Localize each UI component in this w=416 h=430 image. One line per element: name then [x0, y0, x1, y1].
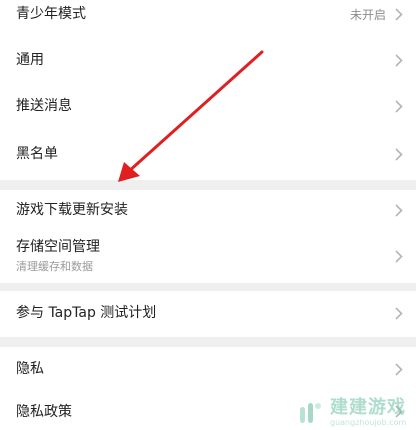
settings-item-privacy[interactable]: 隐私: [0, 347, 416, 391]
settings-page: 青少年模式 未开启 通用 推送消息 黑名单 游戏下载更新安装 存储空间管理 清理…: [0, 0, 416, 430]
general-label: 通用: [16, 52, 44, 68]
chevron-right-icon: [394, 306, 404, 320]
push-label: 推送消息: [16, 98, 72, 114]
chevron-right-icon: [394, 99, 404, 113]
settings-item-blacklist[interactable]: 黑名单: [0, 132, 416, 176]
chevron-right-icon: [394, 7, 404, 21]
section-divider: [0, 283, 416, 291]
chevron-right-icon: [394, 147, 404, 161]
settings-item-general[interactable]: 通用: [0, 38, 416, 82]
privacy-label: 隐私: [16, 361, 44, 377]
watermark-logo-icon: [300, 403, 321, 423]
chevron-right-icon: [394, 203, 404, 217]
watermark: 建建游戏 guangzhoujob.com: [296, 396, 414, 430]
section-divider: [0, 337, 416, 347]
settings-item-test-plan[interactable]: 参与 TapTap 测试计划: [0, 291, 416, 335]
storage-sublabel: 清理缓存和数据: [16, 260, 93, 273]
chevron-right-icon: [394, 362, 404, 376]
watermark-title: 建建游戏: [330, 397, 406, 418]
youth-mode-label: 青少年模式: [16, 6, 86, 22]
youth-mode-status: 未开启: [349, 7, 386, 22]
chevron-right-icon: [394, 53, 404, 67]
chevron-right-icon: [394, 249, 404, 263]
game-update-label: 游戏下载更新安装: [16, 202, 128, 218]
storage-label: 存储空间管理: [16, 239, 100, 255]
blacklist-label: 黑名单: [16, 146, 58, 162]
test-plan-label: 参与 TapTap 测试计划: [16, 305, 157, 321]
settings-item-push[interactable]: 推送消息: [0, 84, 416, 128]
settings-item-storage[interactable]: 存储空间管理 清理缓存和数据: [0, 232, 416, 280]
watermark-url: guangzhoujob.com: [330, 418, 407, 427]
settings-item-game-update[interactable]: 游戏下载更新安装: [0, 190, 416, 230]
section-divider: [0, 180, 416, 190]
settings-item-youth-mode[interactable]: 青少年模式 未开启: [0, 0, 416, 28]
